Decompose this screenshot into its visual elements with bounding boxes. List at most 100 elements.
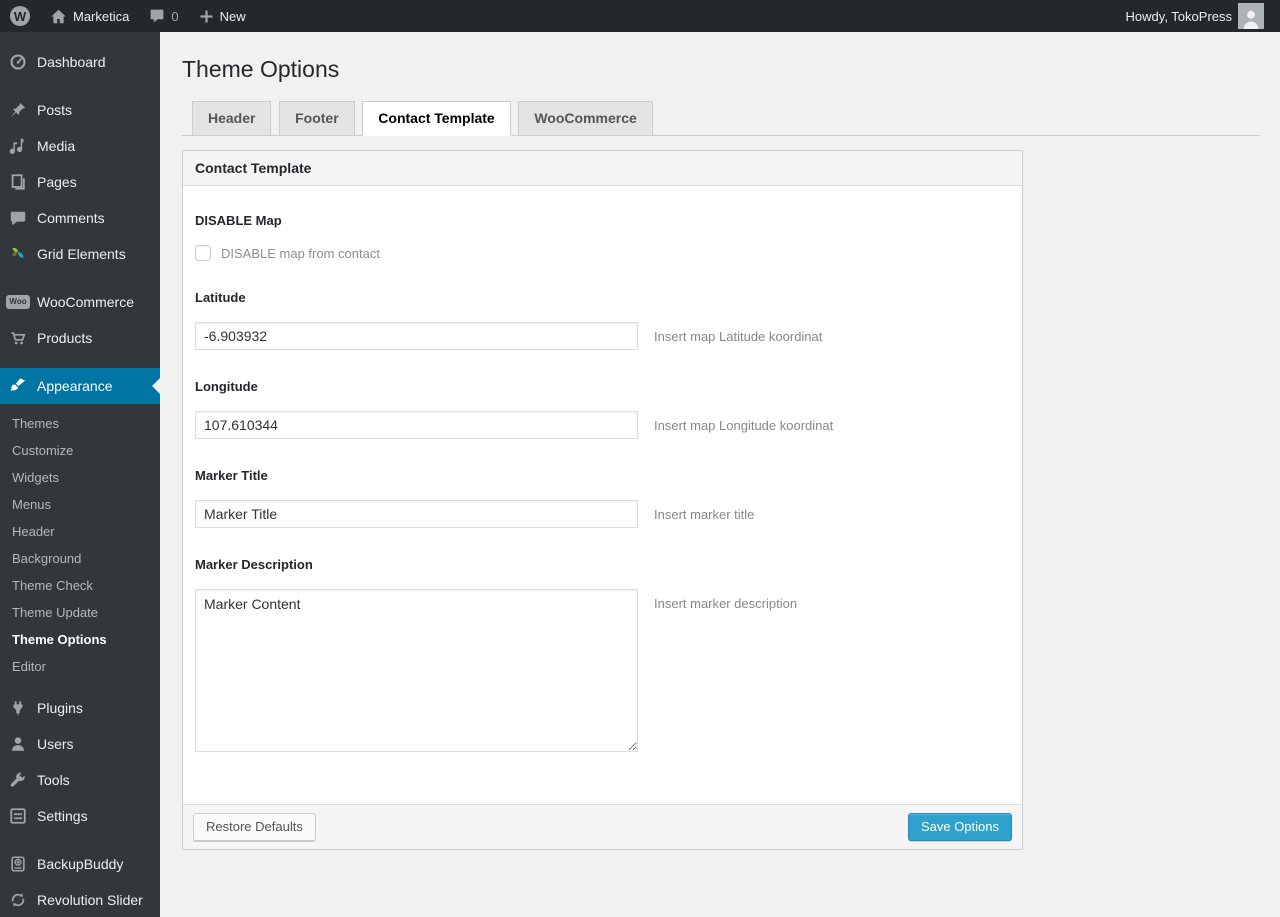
sidebar-item-comments[interactable]: Comments: [0, 200, 160, 236]
submenu-item-widgets[interactable]: Widgets: [0, 464, 160, 491]
marker-title-input[interactable]: [195, 500, 638, 528]
panel-title: Contact Template: [183, 151, 1022, 186]
sidebar-item-label: Appearance: [37, 378, 113, 394]
settings-icon: [8, 806, 28, 826]
field-description: Insert marker title: [654, 507, 755, 522]
sidebar-item-woocommerce[interactable]: Woo WooCommerce: [0, 284, 160, 320]
plus-icon: [199, 9, 214, 24]
submenu-item-theme-check[interactable]: Theme Check: [0, 572, 160, 599]
pin-icon: [8, 100, 28, 120]
backup-drive-icon: [8, 854, 28, 874]
sidebar-item-label: Tools: [37, 772, 70, 788]
field-latitude: Latitude Insert map Latitude koordinat: [195, 290, 1010, 350]
sidebar-item-plugins[interactable]: Plugins: [0, 690, 160, 726]
comment-bubble-icon: [149, 8, 165, 24]
sidebar-item-label: Grid Elements: [37, 246, 126, 262]
rotate-arrows-icon: [8, 890, 28, 910]
comments-icon: [8, 208, 28, 228]
menu-separator: [0, 356, 160, 368]
field-description: Insert marker description: [654, 596, 798, 611]
field-description: Insert map Longitude koordinat: [654, 418, 834, 433]
tab-footer[interactable]: Footer: [279, 101, 355, 136]
submenu-item-editor[interactable]: Editor: [0, 653, 160, 680]
field-label: Marker Description: [195, 557, 313, 572]
sidebar-item-label: Revolution Slider: [37, 892, 143, 908]
submenu-item-menus[interactable]: Menus: [0, 491, 160, 518]
howdy-label: Howdy, TokoPress: [1125, 8, 1232, 24]
tab-bar: Header Footer Contact Template WooCommer…: [182, 101, 1260, 136]
sidebar-item-tools[interactable]: Tools: [0, 762, 160, 798]
main-content: Theme Options Header Footer Contact Temp…: [160, 32, 1280, 917]
sidebar-item-label: Pages: [37, 174, 77, 190]
new-label: New: [219, 8, 246, 24]
menu-separator: [0, 272, 160, 284]
contact-template-panel: Contact Template DISABLE Map DISABLE map…: [182, 150, 1023, 850]
menu-separator: [0, 834, 160, 846]
latitude-input[interactable]: [195, 322, 638, 350]
site-name-label: Marketica: [73, 8, 130, 24]
tab-contact-template[interactable]: Contact Template: [362, 101, 511, 136]
checkbox-row: DISABLE map from contact: [195, 245, 1010, 261]
sidebar-item-grid-elements[interactable]: Grid Elements: [0, 236, 160, 272]
save-options-button[interactable]: Save Options: [907, 813, 1012, 841]
sidebar-item-appearance[interactable]: Appearance: [0, 368, 160, 404]
plugin-icon: [8, 698, 28, 718]
sidebar-item-label: Users: [37, 736, 74, 752]
admin-bar: W Marketica 0 New Howdy, TokoPress: [0, 0, 1280, 32]
grid-elements-icon: [8, 244, 28, 264]
restore-defaults-button[interactable]: Restore Defaults: [193, 813, 316, 841]
comment-count: 0: [171, 8, 179, 24]
comments-menu[interactable]: 0: [139, 0, 188, 32]
sidebar-item-media[interactable]: Media: [0, 128, 160, 164]
user-icon: [8, 734, 28, 754]
field-description: Insert map Latitude koordinat: [654, 329, 823, 344]
sidebar-item-label: Plugins: [37, 700, 83, 716]
sidebar-item-label: WooCommerce: [37, 294, 134, 310]
admin-bar-right: Howdy, TokoPress: [1118, 0, 1280, 32]
sidebar-item-label: Settings: [37, 808, 88, 824]
submenu-item-theme-options[interactable]: Theme Options: [0, 626, 160, 653]
avatar: [1238, 3, 1264, 29]
checkbox-label[interactable]: DISABLE map from contact: [221, 246, 380, 261]
account-menu[interactable]: Howdy, TokoPress: [1118, 0, 1280, 32]
submenu-item-header[interactable]: Header: [0, 518, 160, 545]
wrench-icon: [8, 770, 28, 790]
sidebar-item-users[interactable]: Users: [0, 726, 160, 762]
sidebar-item-products[interactable]: Products: [0, 320, 160, 356]
sidebar-item-posts[interactable]: Posts: [0, 92, 160, 128]
sidebar-item-label: Dashboard: [37, 54, 106, 70]
wordpress-logo-icon: W: [10, 6, 30, 26]
dashboard-icon: [8, 52, 28, 72]
tab-woocommerce[interactable]: WooCommerce: [518, 101, 653, 136]
wp-logo-menu[interactable]: W: [0, 0, 40, 32]
sidebar-item-backupbuddy[interactable]: BackupBuddy: [0, 846, 160, 882]
admin-sidebar: Dashboard Posts Media Pages Comments Gri…: [0, 32, 160, 917]
admin-bar-left: W Marketica 0 New: [0, 0, 256, 32]
panel-footer: Restore Defaults Save Options: [183, 804, 1022, 849]
submenu-item-theme-update[interactable]: Theme Update: [0, 599, 160, 626]
field-label: Marker Title: [195, 468, 268, 483]
submenu-item-customize[interactable]: Customize: [0, 437, 160, 464]
sidebar-item-dashboard[interactable]: Dashboard: [0, 44, 160, 80]
field-label: Longitude: [195, 379, 258, 394]
sidebar-item-label: Comments: [37, 210, 105, 226]
appearance-submenu: Themes Customize Widgets Menus Header Ba…: [0, 404, 160, 690]
media-icon: [8, 136, 28, 156]
field-label: DISABLE Map: [195, 213, 282, 228]
sidebar-item-settings[interactable]: Settings: [0, 798, 160, 834]
marker-description-textarea[interactable]: Marker Content: [195, 589, 638, 752]
disable-map-checkbox[interactable]: [195, 245, 211, 261]
submenu-item-themes[interactable]: Themes: [0, 410, 160, 437]
site-name-menu[interactable]: Marketica: [40, 0, 139, 32]
submenu-item-background[interactable]: Background: [0, 545, 160, 572]
longitude-input[interactable]: [195, 411, 638, 439]
sidebar-item-revolution-slider[interactable]: Revolution Slider: [0, 882, 160, 917]
tab-header[interactable]: Header: [192, 101, 272, 136]
field-longitude: Longitude Insert map Longitude koordinat: [195, 379, 1010, 439]
sidebar-item-pages[interactable]: Pages: [0, 164, 160, 200]
pages-icon: [8, 172, 28, 192]
sidebar-item-label: Products: [37, 330, 93, 346]
paintbrush-icon: [8, 376, 28, 396]
menu-separator: [0, 80, 160, 92]
new-content-menu[interactable]: New: [189, 0, 256, 32]
